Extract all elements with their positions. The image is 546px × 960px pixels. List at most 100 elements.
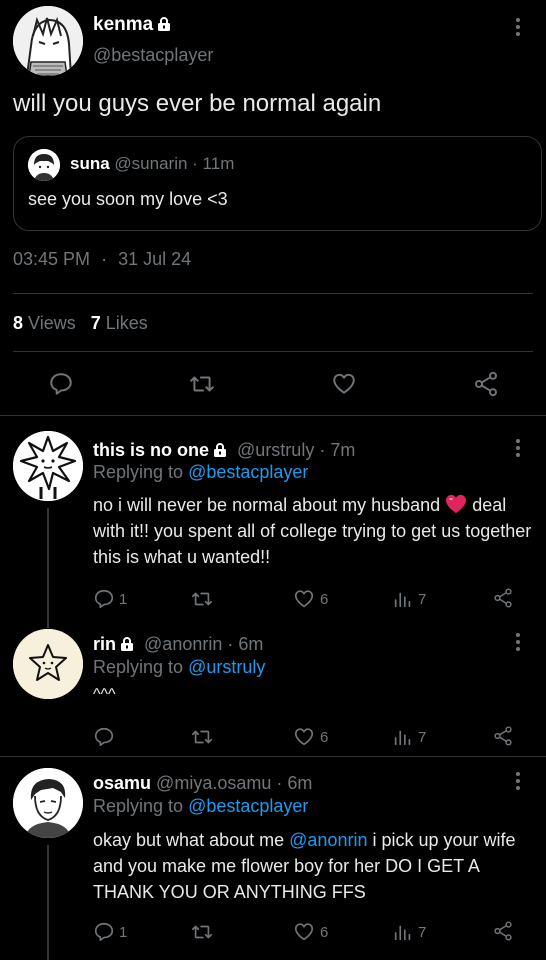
avatar xyxy=(28,149,60,181)
divider xyxy=(0,415,546,416)
like-button[interactable]: 6 xyxy=(292,726,328,748)
reply-header: rin @anonrin · 6m xyxy=(93,634,263,655)
lock-icon xyxy=(121,637,134,651)
like-button[interactable]: 6 xyxy=(292,588,328,610)
replying-to-handle[interactable]: @urstruly xyxy=(188,657,265,677)
reply-icon xyxy=(94,922,114,942)
views-icon xyxy=(394,592,411,608)
handle[interactable]: @anonrin xyxy=(144,634,222,654)
timestamp-separator: · xyxy=(101,249,108,269)
avatar-drawing xyxy=(28,149,60,181)
avatar[interactable] xyxy=(13,6,83,76)
reply-count: 1 xyxy=(119,590,128,608)
retweet-button[interactable] xyxy=(188,371,216,397)
like-icon xyxy=(333,373,355,394)
quote-handle[interactable]: @sunarin xyxy=(114,154,187,173)
replying-label: Replying to xyxy=(93,657,184,677)
date[interactable]: 31 Jul 24 xyxy=(118,249,191,269)
views-icon xyxy=(394,730,411,746)
avatar-drawing xyxy=(13,6,83,76)
share-icon xyxy=(494,588,512,608)
retweet-icon xyxy=(190,376,214,392)
views-icon xyxy=(394,925,411,941)
more-icon[interactable] xyxy=(515,439,521,459)
reply-button[interactable] xyxy=(48,371,74,397)
reply-button[interactable]: 1 xyxy=(93,921,127,943)
tweet-text-part: no i will never be normal about my husba… xyxy=(93,495,441,515)
more-icon[interactable] xyxy=(515,772,521,792)
share-icon xyxy=(494,921,512,941)
more-icon[interactable] xyxy=(515,633,521,653)
lock-icon xyxy=(158,17,171,31)
retweet-icon xyxy=(192,925,212,939)
view-count: 7 xyxy=(418,590,427,608)
views-button[interactable]: 7 xyxy=(392,588,426,610)
handle[interactable]: @miya.osamu xyxy=(156,773,271,793)
avatar-drawing xyxy=(13,431,83,501)
author-name-row[interactable]: kenma xyxy=(93,14,172,36)
reply-icon xyxy=(94,589,114,609)
display-name[interactable]: osamu xyxy=(93,773,151,793)
thread-line xyxy=(47,845,49,960)
share-icon xyxy=(494,726,512,746)
quote-tweet[interactable]: suna @sunarin · 11m see you soon my love… xyxy=(13,136,542,231)
reply-icon xyxy=(50,373,72,395)
time: · 6m xyxy=(227,634,264,654)
tweet-text: ^^^ xyxy=(93,686,116,703)
replying-label: Replying to xyxy=(93,462,184,482)
like-button[interactable] xyxy=(330,371,358,397)
share-button[interactable] xyxy=(492,725,514,747)
tweet-text-part: okay but what about me xyxy=(93,830,285,850)
replying-to: Replying to @urstruly xyxy=(93,657,265,678)
retweet-button[interactable] xyxy=(190,921,218,943)
handle[interactable]: @bestacplayer xyxy=(93,45,213,66)
retweet-button[interactable] xyxy=(190,588,218,610)
like-count: 6 xyxy=(320,923,329,941)
avatar[interactable] xyxy=(13,431,83,501)
reply-header: this is no one @urstruly · 7m xyxy=(93,440,355,461)
tweet-text: no i will never be normal about my husba… xyxy=(93,492,533,570)
time: · 7m xyxy=(319,440,356,460)
reply-icon xyxy=(94,727,114,747)
mention-link[interactable]: @anonrin xyxy=(289,830,367,850)
replying-label: Replying to xyxy=(93,796,184,816)
handle[interactable]: @urstruly xyxy=(237,440,314,460)
timestamp[interactable]: 03:45 PM xyxy=(13,249,90,269)
thread-line xyxy=(47,508,49,628)
share-button[interactable] xyxy=(492,587,514,609)
quote-display-name[interactable]: suna xyxy=(70,154,110,173)
avatar-drawing xyxy=(13,629,83,699)
like-count: 6 xyxy=(320,590,329,608)
likes-label: Likes xyxy=(105,313,148,333)
share-button[interactable] xyxy=(472,370,500,398)
likes-stat[interactable]: 7 Likes xyxy=(91,313,148,333)
reply-header: osamu @miya.osamu · 6m xyxy=(93,773,312,794)
replying-to-handle[interactable]: @bestacplayer xyxy=(188,796,308,816)
share-button[interactable] xyxy=(492,920,514,942)
like-count: 6 xyxy=(320,728,329,746)
avatar[interactable] xyxy=(13,768,83,838)
reply-button[interactable]: 1 xyxy=(93,588,127,610)
views-button[interactable]: 7 xyxy=(392,726,426,748)
like-button[interactable]: 6 xyxy=(292,921,328,943)
time: · 6m xyxy=(276,773,313,793)
timestamp-row: 03:45 PM · 31 Jul 24 xyxy=(13,249,191,270)
views-button[interactable]: 7 xyxy=(392,921,426,943)
more-icon[interactable] xyxy=(515,18,521,38)
retweet-button[interactable] xyxy=(190,726,218,748)
divider xyxy=(13,351,533,352)
display-name[interactable]: rin xyxy=(93,634,116,654)
replying-to: Replying to @bestacplayer xyxy=(93,462,308,483)
reply-button[interactable] xyxy=(93,726,119,748)
share-icon xyxy=(475,371,497,397)
replying-to-handle[interactable]: @bestacplayer xyxy=(188,462,308,482)
avatar-drawing xyxy=(13,768,83,838)
avatar[interactable] xyxy=(13,629,83,699)
retweet-icon xyxy=(192,592,212,606)
view-count: 7 xyxy=(418,728,427,746)
likes-count: 7 xyxy=(90,313,101,333)
display-name[interactable]: this is no one xyxy=(93,440,209,460)
views-stat[interactable]: 8 Views xyxy=(13,313,76,333)
divider xyxy=(13,293,533,294)
display-name[interactable]: kenma xyxy=(93,14,153,35)
